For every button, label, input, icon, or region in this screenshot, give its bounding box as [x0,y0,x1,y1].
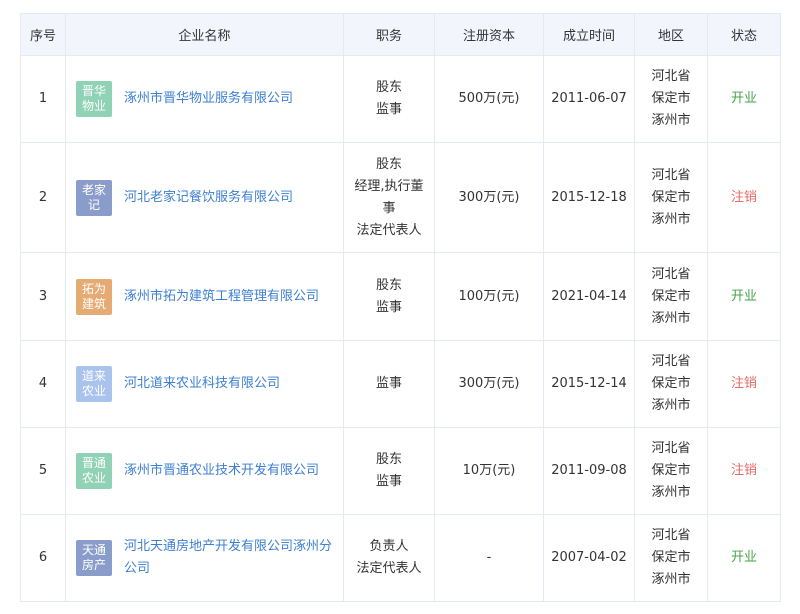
company-name-link[interactable]: 涿州市晋通农业技术开发有限公司 [124,460,319,482]
position-cell: 监事 [343,340,435,428]
status-badge: 开业 [707,252,781,341]
table-row: 3 拓为 建筑 涿州市拓为建筑工程管理有限公司 股东 监事 100万(元) 20 [20,252,781,341]
status-badge: 开业 [707,55,781,143]
table-row: 5 晋通 农业 涿州市晋通农业技术开发有限公司 股东 监事 10万(元) 201 [20,427,781,515]
date-cell: 2015-12-18 [543,142,635,253]
region-cell: 河北省 保定市 涿州市 [634,427,708,515]
company-name-link[interactable]: 涿州市拓为建筑工程管理有限公司 [124,286,319,308]
company-logo[interactable]: 老家 记 [76,179,112,216]
header-registered-capital: 注册资本 [434,13,544,56]
company-logo[interactable]: 晋通 农业 [76,453,112,489]
company-cell: 老家 记 河北老家记餐饮服务有限公司 [76,179,333,216]
header-index: 序号 [20,13,66,56]
date-cell: 2015-12-14 [543,340,635,428]
header-position: 职务 [343,13,435,56]
status-badge: 注销 [707,142,781,253]
region-cell: 河北省 保定市 涿州市 [634,514,708,602]
company-cell: 晋通 农业 涿州市晋通农业技术开发有限公司 [76,453,333,489]
table-row: 2 老家 记 河北老家记餐饮服务有限公司 股东 经理,执行董 事 法定代表人 3… [20,142,781,253]
position-cell: 股东 监事 [343,427,435,515]
capital-cell: 300万(元) [434,340,544,428]
position-cell: 股东 经理,执行董 事 法定代表人 [343,142,435,253]
company-logo[interactable]: 晋华 物业 [76,81,112,117]
capital-cell: 500万(元) [434,55,544,143]
company-name-link[interactable]: 河北天通房地产开发有限公司涿州分公司 [124,536,333,580]
table-row: 6 天通 房产 河北天通房地产开发有限公司涿州分公司 负责人 法定代表人 - 2 [20,514,781,602]
table-header-row: 序号 企业名称 职务 注册资本 成立时间 地区 状态 [20,13,781,56]
company-name-link[interactable]: 涿州市晋华物业服务有限公司 [124,88,293,110]
region-cell: 河北省 保定市 涿州市 [634,340,708,428]
header-region: 地区 [634,13,708,56]
date-cell: 2007-04-02 [543,514,635,602]
company-logo[interactable]: 天通 房产 [76,540,112,576]
row-index: 4 [20,340,66,428]
company-name-link[interactable]: 河北老家记餐饮服务有限公司 [124,187,293,209]
company-cell: 天通 房产 河北天通房地产开发有限公司涿州分公司 [76,536,333,580]
row-index: 5 [20,427,66,515]
investment-table: 序号 企业名称 职务 注册资本 成立时间 地区 状态 1 晋华 物业 涿州市晋华… [20,13,781,602]
region-cell: 河北省 保定市 涿州市 [634,142,708,253]
header-company-name: 企业名称 [65,13,344,56]
date-cell: 2011-09-08 [543,427,635,515]
capital-cell: 10万(元) [434,427,544,515]
table-row: 4 道来 农业 河北道来农业科技有限公司 监事 300万(元) 2015-12-… [20,340,781,428]
company-logo[interactable]: 拓为 建筑 [76,278,112,315]
row-index: 6 [20,514,66,602]
row-index: 1 [20,55,66,143]
status-badge: 注销 [707,427,781,515]
position-cell: 股东 监事 [343,252,435,341]
company-cell: 晋华 物业 涿州市晋华物业服务有限公司 [76,81,333,117]
region-cell: 河北省 保定市 涿州市 [634,252,708,341]
position-cell: 股东 监事 [343,55,435,143]
header-established-date: 成立时间 [543,13,635,56]
company-name-link[interactable]: 河北道来农业科技有限公司 [124,373,280,395]
row-index: 3 [20,252,66,341]
row-index: 2 [20,142,66,253]
position-cell: 负责人 法定代表人 [343,514,435,602]
date-cell: 2011-06-07 [543,55,635,143]
date-cell: 2021-04-14 [543,252,635,341]
region-cell: 河北省 保定市 涿州市 [634,55,708,143]
investment-table-container: 序号 企业名称 职务 注册资本 成立时间 地区 状态 1 晋华 物业 涿州市晋华… [20,13,781,602]
company-cell: 拓为 建筑 涿州市拓为建筑工程管理有限公司 [76,278,333,315]
capital-cell: - [434,514,544,602]
capital-cell: 100万(元) [434,252,544,341]
header-status: 状态 [707,13,781,56]
company-logo[interactable]: 道来 农业 [76,366,112,402]
status-badge: 开业 [707,514,781,602]
capital-cell: 300万(元) [434,142,544,253]
status-badge: 注销 [707,340,781,428]
company-cell: 道来 农业 河北道来农业科技有限公司 [76,366,333,402]
table-row: 1 晋华 物业 涿州市晋华物业服务有限公司 股东 监事 500万(元) 2011 [20,55,781,143]
